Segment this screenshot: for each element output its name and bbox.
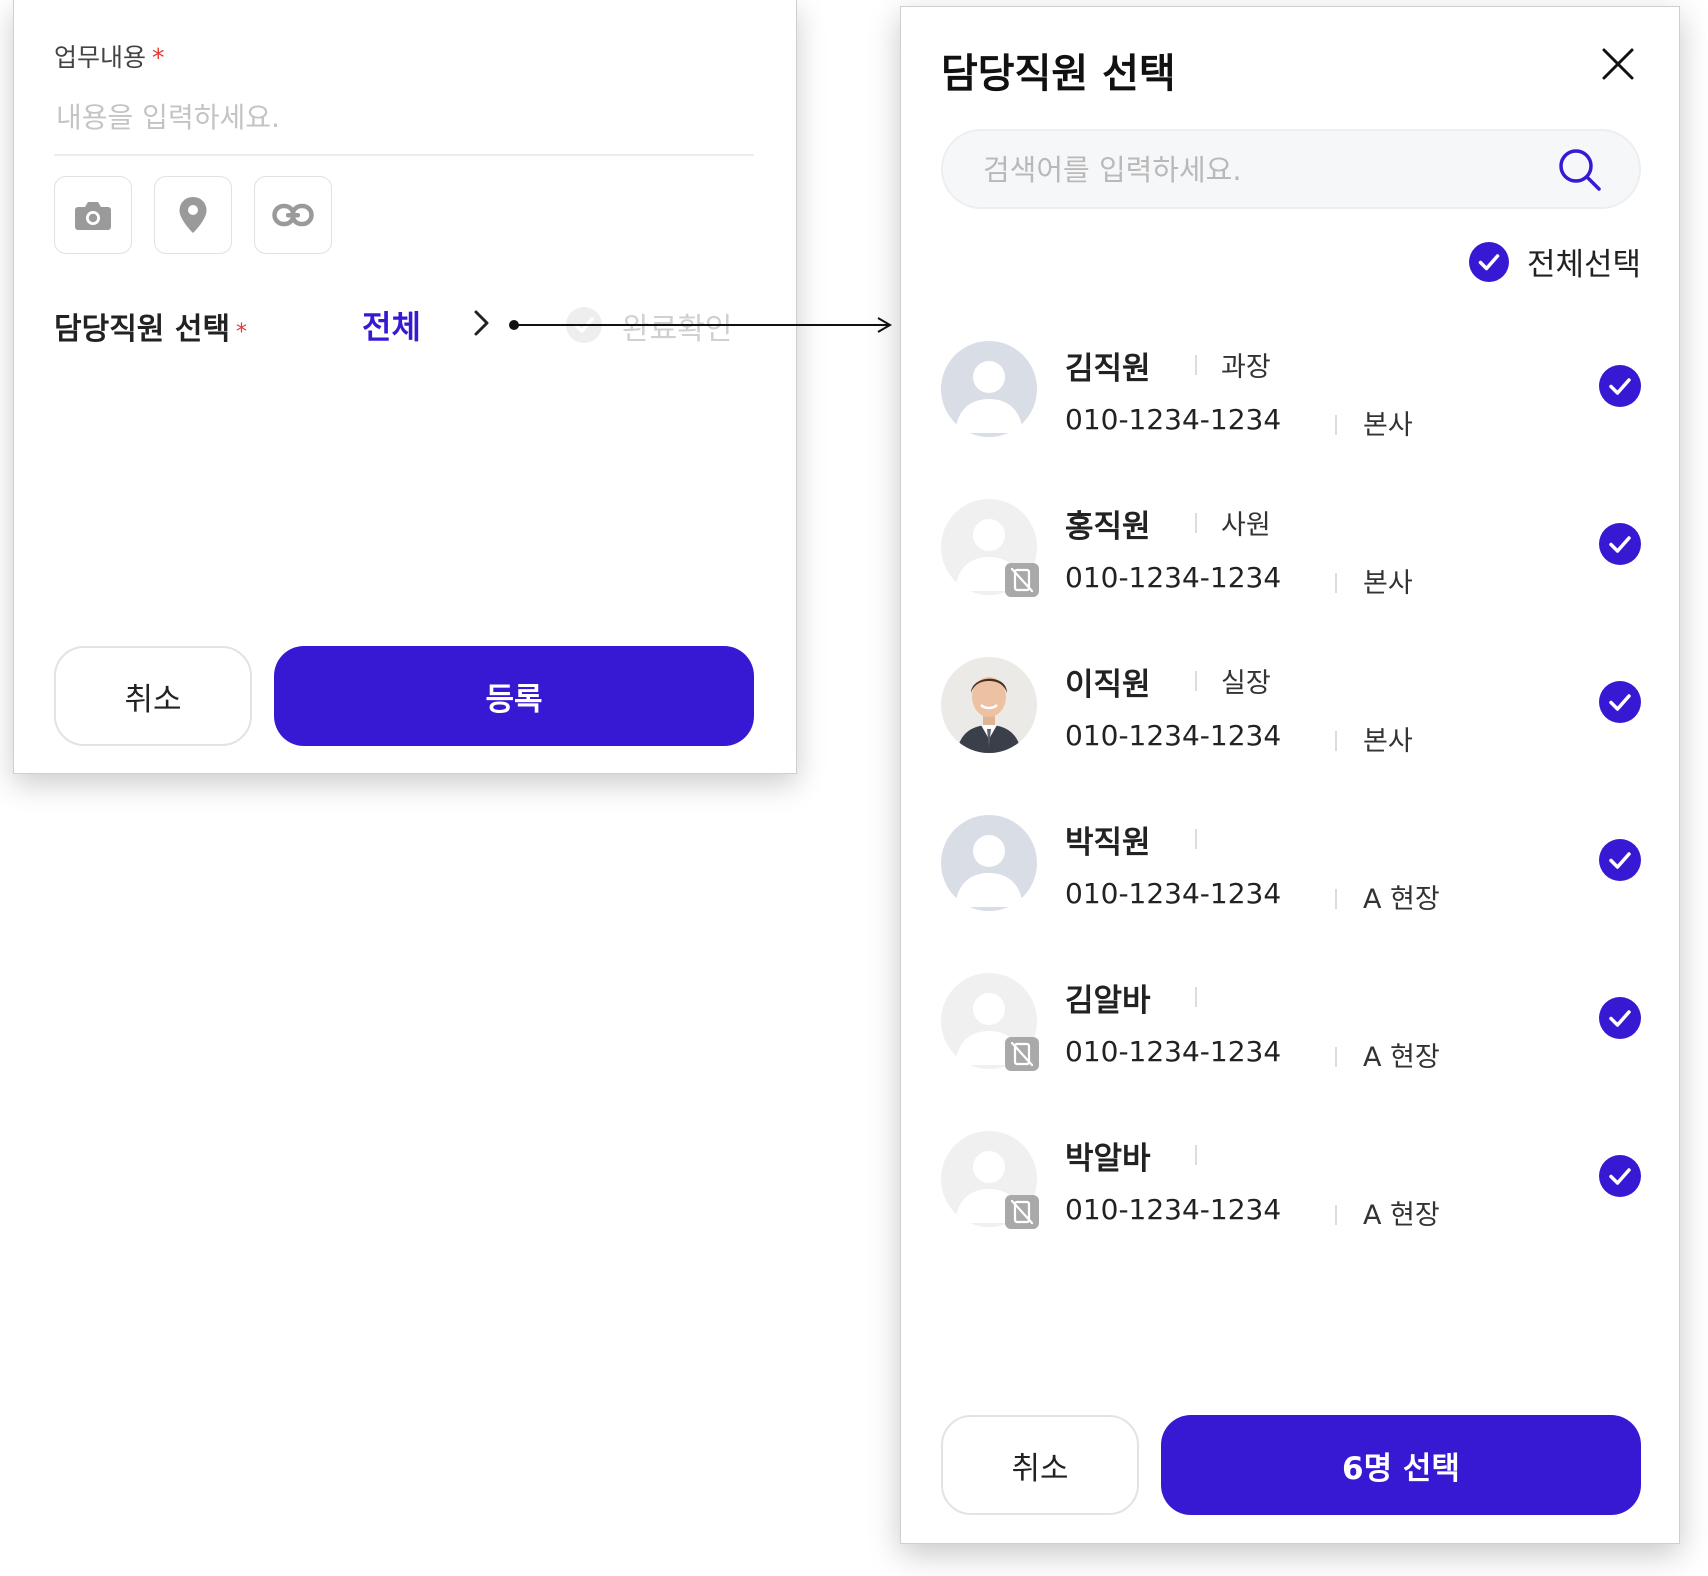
register-button[interactable]: 등록 xyxy=(274,646,754,746)
assignee-selected-value[interactable]: 전체 xyxy=(362,302,421,348)
search-input[interactable] xyxy=(981,145,1545,195)
assignee-select-modal: 담당직원 선택 전체선택 김직원 과장 010-1234-1234 xyxy=(900,6,1680,1544)
assignee-label-text: 담당직원 선택 xyxy=(54,312,231,347)
camera-icon xyxy=(75,202,111,230)
avatar xyxy=(941,341,1037,437)
search-box xyxy=(941,129,1641,209)
link-button[interactable] xyxy=(254,176,332,254)
camera-button[interactable] xyxy=(54,176,132,254)
employee-name: 이직원 xyxy=(1065,667,1151,703)
separator xyxy=(1195,987,1197,1007)
link-icon xyxy=(272,203,314,227)
employee-dept: A 현장 xyxy=(1363,884,1440,915)
employee-dept: A 현장 xyxy=(1363,1042,1440,1073)
confirm-selection-button[interactable]: 6명 선택 xyxy=(1161,1415,1641,1515)
no-device-icon xyxy=(1005,1195,1039,1229)
employee-row[interactable]: 박알바 010-1234-1234 A 현장 xyxy=(941,1131,1641,1251)
employee-name: 박직원 xyxy=(1065,825,1151,861)
separator xyxy=(1335,415,1337,435)
field-divider xyxy=(54,154,754,156)
employee-name: 김직원 xyxy=(1065,351,1151,387)
separator xyxy=(1195,671,1197,691)
separator xyxy=(1335,573,1337,593)
select-all-toggle[interactable]: 전체선택 xyxy=(1469,239,1641,284)
content-input[interactable] xyxy=(54,94,758,140)
assignee-field-label: 담당직원 선택 * xyxy=(54,304,247,348)
separator xyxy=(1195,355,1197,375)
default-avatar-icon xyxy=(941,815,1037,911)
employee-name: 박알바 xyxy=(1065,1141,1151,1177)
content-field-label: 업무내용 * xyxy=(54,38,165,74)
employee-phone: 010-1234-1234 xyxy=(1065,561,1282,594)
location-button[interactable] xyxy=(154,176,232,254)
employee-row[interactable]: 홍직원 사원 010-1234-1234 본사 xyxy=(941,499,1641,619)
selected-check-icon[interactable] xyxy=(1599,681,1641,723)
avatar xyxy=(941,815,1037,911)
cancel-button[interactable]: 취소 xyxy=(54,646,252,746)
selected-check-icon[interactable] xyxy=(1599,523,1641,565)
no-device-icon xyxy=(1005,1037,1039,1071)
employee-phone: 010-1234-1234 xyxy=(1065,877,1282,910)
selected-check-icon[interactable] xyxy=(1599,839,1641,881)
close-icon[interactable] xyxy=(1601,47,1635,81)
employee-title: 실장 xyxy=(1221,668,1271,699)
separator xyxy=(1335,889,1337,909)
select-all-check-icon[interactable] xyxy=(1469,241,1509,282)
separator xyxy=(1335,731,1337,751)
employee-row[interactable]: 박직원 010-1234-1234 A 현장 xyxy=(941,815,1641,935)
employee-row[interactable]: 김알바 010-1234-1234 A 현장 xyxy=(941,973,1641,1093)
employee-dept: A 현장 xyxy=(1363,1200,1440,1231)
employee-phone: 010-1234-1234 xyxy=(1065,719,1282,752)
separator xyxy=(1195,829,1197,849)
employee-phone: 010-1234-1234 xyxy=(1065,1193,1282,1226)
employee-name: 김알바 xyxy=(1065,983,1151,1019)
done-check-icon[interactable] xyxy=(565,306,603,344)
employee-row[interactable]: 김직원 과장 010-1234-1234 본사 xyxy=(941,341,1641,461)
employee-dept: 본사 xyxy=(1363,568,1413,599)
employee-phone: 010-1234-1234 xyxy=(1065,1035,1282,1068)
separator xyxy=(1335,1047,1337,1067)
required-mark: * xyxy=(236,320,248,345)
separator xyxy=(1335,1205,1337,1225)
content-label-text: 업무내용 xyxy=(54,43,147,72)
profile-photo xyxy=(941,657,1037,753)
chevron-right-icon[interactable] xyxy=(472,308,492,338)
employee-title: 과장 xyxy=(1221,352,1271,383)
employee-row[interactable]: 이직원 실장 010-1234-1234 본사 xyxy=(941,657,1641,777)
default-avatar-icon xyxy=(941,341,1037,437)
task-form-panel: 업무내용* 담당직원 선택* 전체 완료확인 취소 등록 xyxy=(13,0,797,774)
separator xyxy=(1195,513,1197,533)
employee-dept: 본사 xyxy=(1363,726,1413,757)
select-all-label[interactable]: 전체선택 xyxy=(1527,239,1641,284)
employee-dept: 본사 xyxy=(1363,410,1413,441)
selected-check-icon[interactable] xyxy=(1599,1155,1641,1197)
modal-title: 담당직원 선택 xyxy=(941,51,1176,97)
selected-check-icon[interactable] xyxy=(1599,997,1641,1039)
modal-cancel-button[interactable]: 취소 xyxy=(941,1415,1139,1515)
employee-phone: 010-1234-1234 xyxy=(1065,403,1282,436)
search-icon[interactable] xyxy=(1555,145,1603,193)
done-confirm-label[interactable]: 완료확인 xyxy=(622,304,732,348)
employee-name: 홍직원 xyxy=(1065,509,1151,545)
location-pin-icon xyxy=(179,197,207,233)
selected-check-icon[interactable] xyxy=(1599,365,1641,407)
employee-title: 사원 xyxy=(1221,510,1271,541)
separator xyxy=(1195,1145,1197,1165)
required-mark: * xyxy=(152,43,165,72)
avatar xyxy=(941,657,1037,753)
no-device-icon xyxy=(1005,563,1039,597)
